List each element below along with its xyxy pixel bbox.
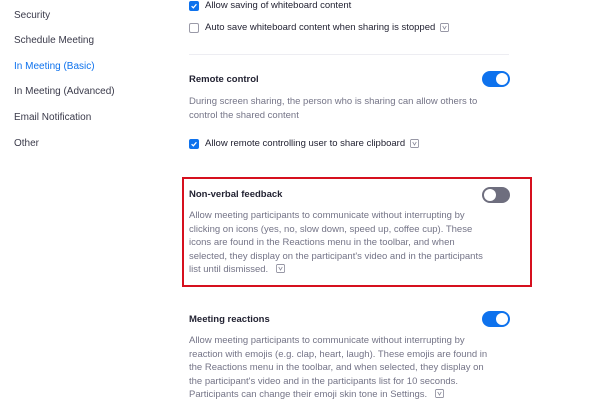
allow-saving-whiteboard-checkbox[interactable] xyxy=(189,0,199,11)
remote-control-title: Remote control xyxy=(189,74,259,85)
meeting-reactions-description: Allow meeting participants to communicat… xyxy=(189,334,489,402)
allow-saving-whiteboard-label: Allow saving of whiteboard content xyxy=(205,0,352,11)
auto-save-whiteboard-label: Auto save whiteboard content when sharin… xyxy=(205,22,436,33)
toggle-knob xyxy=(496,73,508,85)
section-divider xyxy=(189,54,509,55)
toggle-knob xyxy=(496,313,508,325)
share-clipboard-checkbox[interactable] xyxy=(189,138,199,149)
checkmark-icon xyxy=(191,3,197,9)
allow-saving-whiteboard-row: Allow saving of whiteboard content xyxy=(189,0,351,11)
info-icon[interactable] xyxy=(410,139,420,148)
auto-save-whiteboard-row: Auto save whiteboard content when sharin… xyxy=(189,22,450,33)
info-icon[interactable] xyxy=(440,23,450,32)
settings-content: Allow saving of whiteboard content Auto … xyxy=(0,0,600,420)
share-clipboard-label: Allow remote controlling user to share c… xyxy=(205,138,406,149)
info-icon[interactable] xyxy=(434,389,444,398)
nonverbal-feedback-description: Allow meeting participants to communicat… xyxy=(189,209,489,277)
nonverbal-feedback-toggle[interactable] xyxy=(482,187,510,203)
auto-save-whiteboard-checkbox[interactable] xyxy=(189,22,199,33)
remote-control-description: During screen sharing, the person who is… xyxy=(189,96,478,121)
info-icon[interactable] xyxy=(275,264,285,273)
nonverbal-feedback-title: Non-verbal feedback xyxy=(189,189,283,200)
meeting-reactions-title: Meeting reactions xyxy=(189,314,270,325)
remote-control-toggle[interactable] xyxy=(482,71,510,87)
nonverbal-feedback-description-text: Allow meeting participants to communicat… xyxy=(189,210,483,275)
checkmark-icon xyxy=(191,141,197,147)
toggle-knob xyxy=(484,189,496,201)
meeting-reactions-toggle[interactable] xyxy=(482,311,510,327)
share-clipboard-row: Allow remote controlling user to share c… xyxy=(189,138,420,149)
